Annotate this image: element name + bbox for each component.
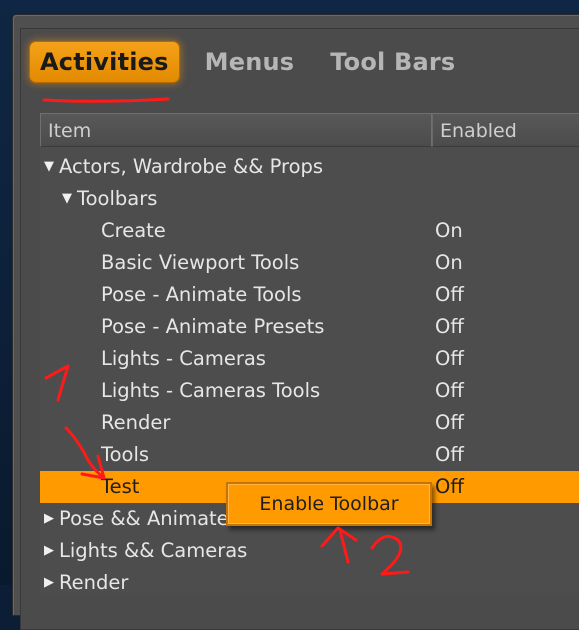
- row-label: Lights - Cameras Tools: [101, 379, 321, 402]
- row-enabled-value: On: [435, 219, 463, 242]
- tab-activities[interactable]: Activities: [30, 42, 179, 82]
- tree-row-group[interactable]: ▼ Toolbars: [40, 183, 579, 215]
- tree-row-toolbar[interactable]: Tools Off: [40, 439, 579, 471]
- tree-row-toolbar[interactable]: Lights - Cameras Tools Off: [40, 375, 579, 407]
- tree-row-toolbar[interactable]: Render Off: [40, 407, 579, 439]
- tree-row-category[interactable]: ▶ Render: [40, 567, 579, 593]
- expanded-arrow-icon[interactable]: ▼: [44, 151, 59, 183]
- tree-row-toolbar[interactable]: Create On: [40, 215, 579, 247]
- row-enabled-value: Off: [435, 379, 464, 402]
- collapsed-arrow-icon[interactable]: ▶: [44, 503, 59, 535]
- tree-row-category[interactable]: ▼ Actors, Wardrobe && Props: [40, 151, 579, 183]
- annotation-underline: [42, 97, 170, 103]
- row-label: Toolbars: [77, 187, 158, 210]
- row-enabled-value: Off: [435, 283, 464, 306]
- row-label: Lights - Cameras: [101, 347, 266, 370]
- row-label: Lights && Cameras: [59, 539, 248, 562]
- menu-item-enable-toolbar[interactable]: Enable Toolbar: [228, 484, 430, 524]
- row-label: Basic Viewport Tools: [101, 251, 300, 274]
- tree-row-toolbar[interactable]: Pose - Animate Presets Off: [40, 311, 579, 343]
- row-label: Pose - Animate Tools: [101, 283, 302, 306]
- tree-row-toolbar[interactable]: Lights - Cameras Off: [40, 343, 579, 375]
- column-header-enabled[interactable]: Enabled: [432, 113, 579, 147]
- row-enabled-value: Off: [435, 347, 464, 370]
- tree-row-category[interactable]: ▶ Lights && Cameras: [40, 535, 579, 567]
- expanded-arrow-icon[interactable]: ▼: [62, 183, 77, 215]
- row-label: Render: [59, 571, 129, 593]
- tree-row-toolbar[interactable]: Pose - Animate Tools Off: [40, 279, 579, 311]
- tab-menus[interactable]: Menus: [195, 42, 305, 82]
- row-enabled-value: Off: [435, 443, 464, 466]
- tree-row-toolbar[interactable]: Basic Viewport Tools On: [40, 247, 579, 279]
- column-header-item[interactable]: Item: [40, 113, 432, 147]
- tree-header: Item Enabled: [40, 113, 579, 147]
- row-label: Pose - Animate Presets: [101, 315, 325, 338]
- row-label: Tools: [101, 443, 150, 466]
- row-label: Pose && Animate: [59, 507, 229, 530]
- row-enabled-value: On: [435, 251, 463, 274]
- tab-bar: Activities Menus Tool Bars: [30, 40, 481, 84]
- row-enabled-value: Off: [435, 315, 464, 338]
- tab-tool-bars[interactable]: Tool Bars: [320, 42, 465, 82]
- collapsed-arrow-icon[interactable]: ▶: [44, 567, 59, 593]
- row-label: Create: [101, 219, 166, 242]
- context-menu: Enable Toolbar: [226, 482, 432, 526]
- row-label: Render: [101, 411, 171, 434]
- row-enabled-value: Off: [435, 475, 464, 498]
- row-enabled-value: Off: [435, 411, 464, 434]
- collapsed-arrow-icon[interactable]: ▶: [44, 535, 59, 567]
- row-label: Test: [101, 475, 140, 498]
- row-label: Actors, Wardrobe && Props: [59, 155, 324, 178]
